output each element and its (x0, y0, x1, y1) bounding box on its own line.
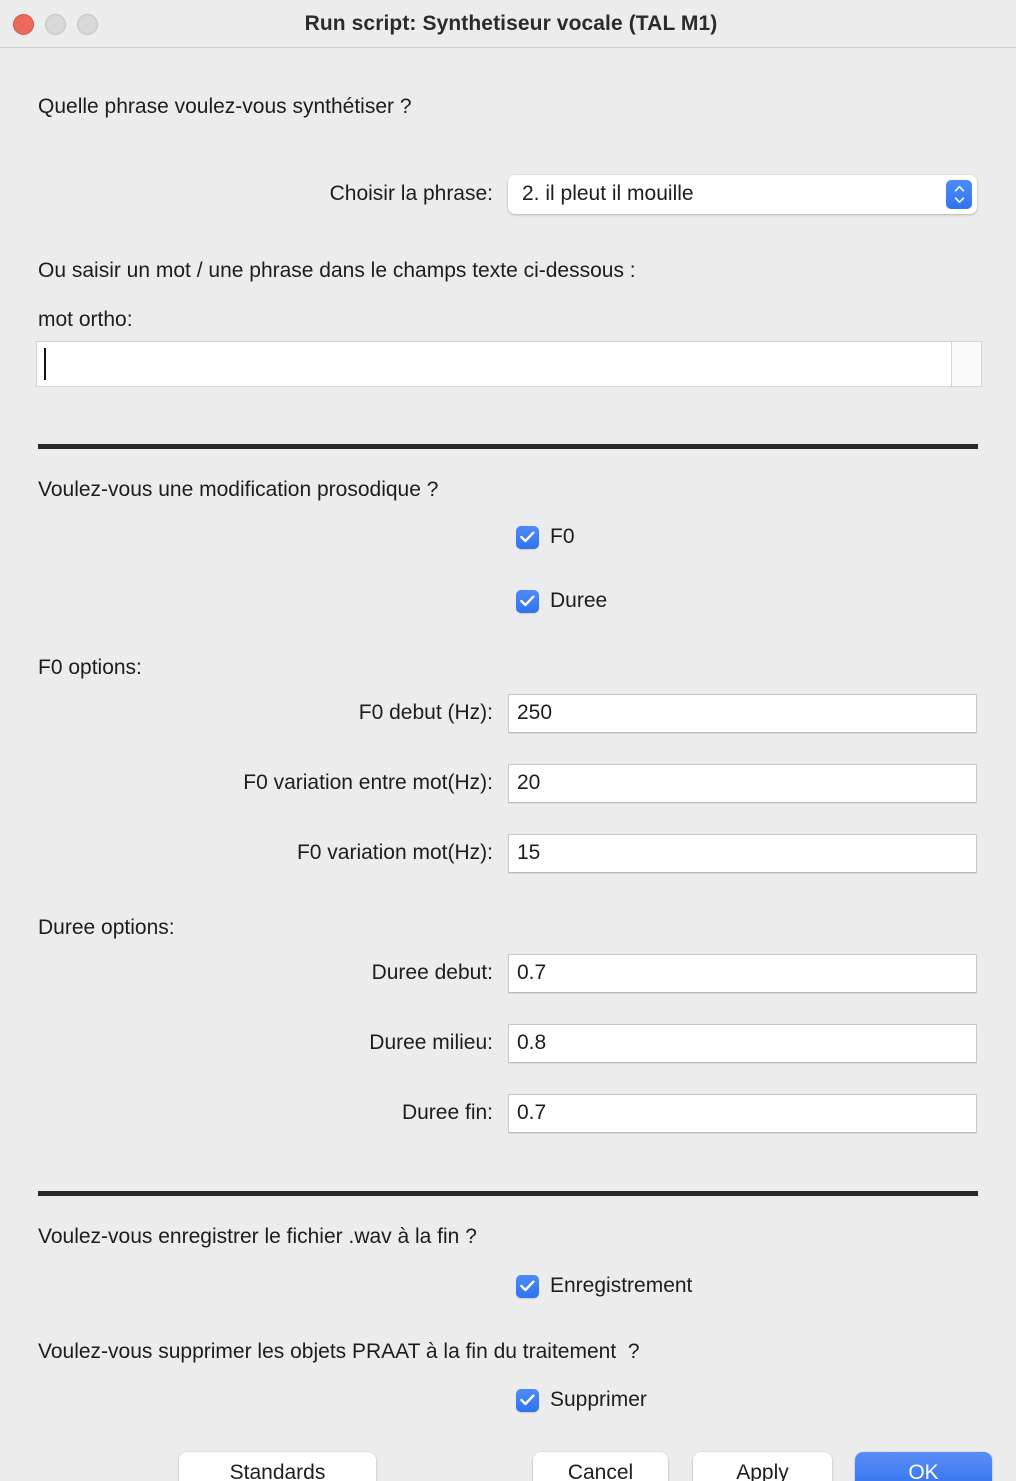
dialog-button-bar: Standards Cancel Apply OK (0, 1452, 1016, 1481)
field-f0-variation-mot-input[interactable] (508, 833, 977, 873)
choose-phrase-value: 2. il pleut il mouille (522, 182, 694, 205)
mot-ortho-input[interactable] (36, 341, 952, 387)
field-f0-variation-mot-label: F0 variation mot(Hz): (296, 841, 493, 864)
free-text-question: Ou saisir un mot / une phrase dans le ch… (38, 259, 636, 282)
field-duree-fin: Duree fin: (0, 1093, 1016, 1133)
field-duree-milieu-label: Duree milieu: (369, 1031, 493, 1054)
field-duree-milieu-input[interactable] (508, 1023, 977, 1063)
mot-ortho-label: mot ortho: (38, 308, 133, 331)
separator-top (38, 444, 978, 449)
choose-phrase-dropdown[interactable]: 2. il pleut il mouille (508, 174, 977, 214)
duree-options-heading: Duree options: (38, 916, 175, 939)
minimize-button[interactable] (45, 13, 66, 35)
checkbox-f0[interactable]: F0 (516, 525, 575, 549)
checkbox-duree-label: Duree (550, 589, 608, 612)
checkbox-duree[interactable]: Duree (516, 589, 607, 613)
mot-ortho-field-wrap (36, 341, 982, 387)
chevron-up-down-icon[interactable] (946, 179, 972, 209)
choose-phrase-row: Choisir la phrase: 2. il pleut il mouill… (0, 174, 1016, 214)
f0-options-heading: F0 options: (38, 656, 142, 679)
field-duree-debut: Duree debut: (0, 953, 1016, 993)
checkbox-enregistrement-label: Enregistrement (550, 1274, 693, 1297)
field-f0-debut-input[interactable] (508, 693, 977, 733)
phrase-question: Quelle phrase voulez-vous synthétiser ? (38, 95, 412, 118)
traffic-lights (13, 0, 98, 48)
field-f0-variation-entre-mot-input[interactable] (508, 763, 977, 803)
field-duree-debut-input[interactable] (508, 953, 977, 993)
cancel-button[interactable]: Cancel (533, 1452, 668, 1481)
prosody-question: Voulez-vous une modification prosodique … (38, 478, 439, 501)
checkmark-icon[interactable] (516, 525, 539, 549)
field-duree-fin-input[interactable] (508, 1093, 977, 1133)
close-button[interactable] (13, 13, 34, 35)
field-duree-fin-label: Duree fin: (401, 1101, 493, 1124)
field-f0-variation-entre-mot: F0 variation entre mot(Hz): (0, 763, 1016, 803)
dialog-content: Quelle phrase voulez-vous synthétiser ? … (0, 48, 1016, 1481)
field-f0-variation-entre-mot-label: F0 variation entre mot(Hz): (243, 771, 493, 794)
checkmark-icon[interactable] (516, 1274, 539, 1298)
apply-button[interactable]: Apply (693, 1452, 832, 1481)
window-titlebar: Run script: Synthetiseur vocale (TAL M1) (0, 0, 1016, 48)
field-f0-debut-label: F0 debut (Hz): (358, 701, 493, 724)
window-title: Run script: Synthetiseur vocale (TAL M1) (304, 11, 718, 35)
maximize-button[interactable] (77, 13, 98, 35)
checkbox-supprimer-label: Supprimer (550, 1388, 647, 1411)
checkbox-f0-label: F0 (550, 525, 575, 548)
mot-ortho-side-panel (952, 341, 982, 387)
field-f0-debut: F0 debut (Hz): (0, 693, 1016, 733)
field-f0-variation-mot: F0 variation mot(Hz): (0, 833, 1016, 873)
ok-button[interactable]: OK (855, 1452, 992, 1481)
checkbox-supprimer[interactable]: Supprimer (516, 1388, 647, 1412)
text-caret (44, 348, 46, 380)
separator-bottom (38, 1191, 978, 1196)
checkbox-enregistrement[interactable]: Enregistrement (516, 1274, 692, 1298)
save-question: Voulez-vous enregistrer le fichier .wav … (38, 1225, 477, 1248)
choose-phrase-label: Choisir la phrase: (329, 182, 493, 205)
field-duree-debut-label: Duree debut: (371, 961, 493, 984)
checkmark-icon[interactable] (516, 589, 539, 613)
checkmark-icon[interactable] (516, 1388, 539, 1412)
standards-button[interactable]: Standards (179, 1452, 376, 1481)
field-duree-milieu: Duree milieu: (0, 1023, 1016, 1063)
cleanup-question: Voulez-vous supprimer les objets PRAAT à… (38, 1340, 640, 1363)
